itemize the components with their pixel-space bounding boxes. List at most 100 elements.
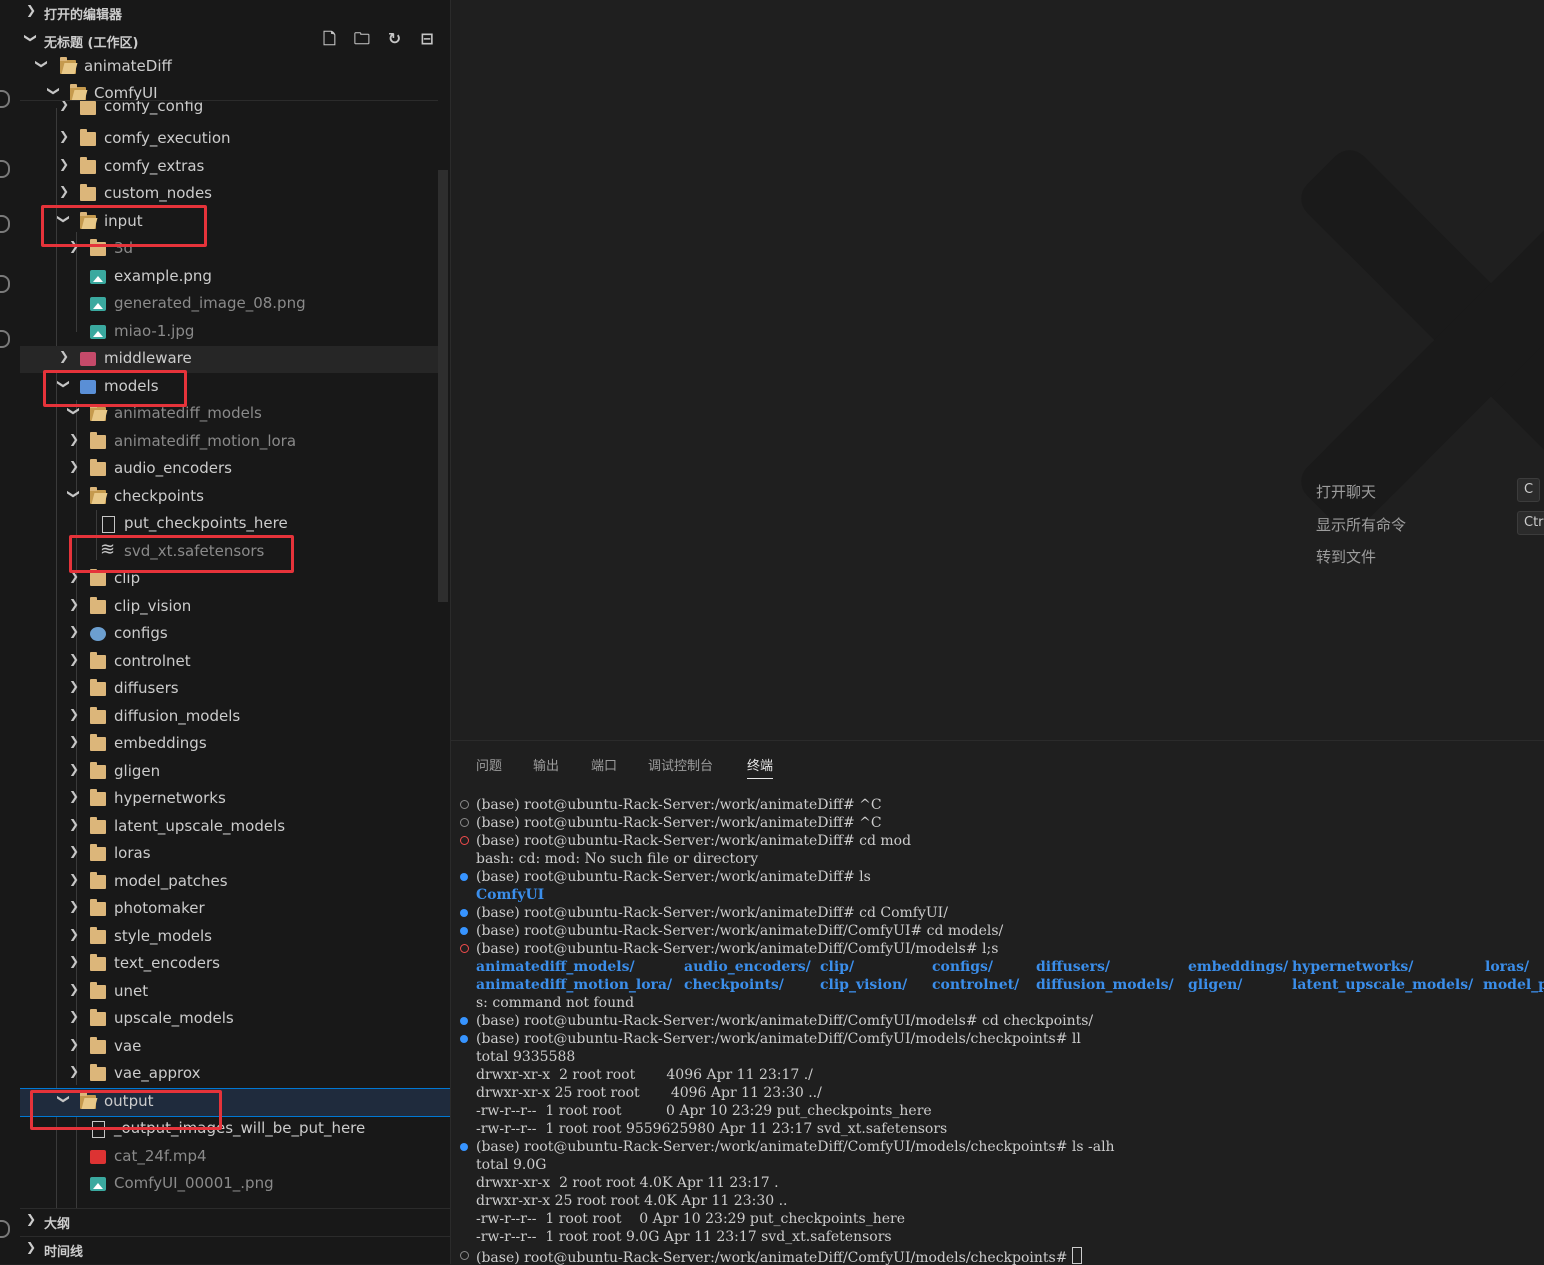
middleware-folder-icon	[80, 352, 96, 366]
tab-ports[interactable]: 端口	[591, 755, 617, 774]
sidebar-scrollbar[interactable]	[438, 170, 448, 602]
chevron-right-icon: ❯	[68, 432, 80, 446]
command-success-dot	[460, 1017, 468, 1025]
tree-item-diffusion-models[interactable]: ❯ diffusion_models	[20, 704, 438, 731]
tab-terminal[interactable]: 终端	[747, 755, 774, 779]
tree-item-loras[interactable]: ❯ loras	[20, 841, 438, 868]
tree-item-middleware[interactable]: ❯ middleware	[20, 346, 438, 373]
new-folder-icon[interactable]: 🗀	[353, 30, 371, 48]
folder-icon	[90, 872, 106, 889]
tree-item-upscale-models[interactable]: ❯ upscale_models	[20, 1006, 438, 1033]
folder-icon	[90, 1037, 106, 1054]
tree-item-text-encoders[interactable]: ❯ text_encoders	[20, 951, 438, 978]
terminal-dir-entry: embeddings/	[1188, 959, 1289, 975]
terminal-line: (base) root@ubuntu-Rack-Server:/work/ani…	[476, 923, 1004, 939]
highlight-box-output	[30, 1090, 222, 1130]
terminal-dir-entry: diffusion_models/	[1036, 977, 1174, 993]
folder-icon	[90, 1009, 106, 1026]
tree-item-animatediff[interactable]: ❯ animateDiff	[20, 54, 438, 81]
terminal-line: -rw-r--r-- 1 root root 9559625980 Apr 11…	[476, 1121, 948, 1137]
open-editors-header[interactable]: ❯ 打开的编辑器	[20, 0, 450, 26]
tree-item-generated-image[interactable]: generated_image_08.png	[20, 291, 438, 318]
tree-item-miao[interactable]: miao-1.jpg	[20, 319, 438, 346]
workspace-header[interactable]: ❯ 无标题 (工作区) 🗋 🗀 ↻ ⊟	[20, 28, 450, 52]
timeline-header[interactable]: ❯ 时间线	[20, 1236, 450, 1263]
tree-item-comfy-config[interactable]: ❯ comfy_config	[20, 100, 438, 121]
tree-item-hypernetworks[interactable]: ❯ hypernetworks	[20, 786, 438, 813]
collapse-all-icon[interactable]: ⊟	[418, 30, 436, 48]
tree-item-custom-nodes[interactable]: ❯ custom_nodes	[20, 181, 438, 208]
chevron-right-icon: ❯	[68, 707, 80, 721]
activity-bar	[0, 0, 20, 1264]
accounts-icon[interactable]	[0, 1220, 10, 1238]
tree-item-animatediff-motion-lora[interactable]: ❯ animatediff_motion_lora	[20, 429, 438, 456]
tree-item-model-patches[interactable]: ❯ model_patches	[20, 869, 438, 896]
terminal-line: s: command not found	[476, 995, 635, 1011]
tree-item-put-checkpoints-here[interactable]: put_checkpoints_here	[20, 511, 438, 538]
extensions-icon[interactable]	[0, 275, 10, 293]
tree-item-vae-approx[interactable]: ❯ vae_approx	[20, 1061, 438, 1088]
command-status-dot	[460, 1251, 469, 1260]
new-file-icon[interactable]: 🗋	[320, 30, 338, 48]
refresh-icon[interactable]: ↻	[385, 30, 403, 48]
tab-output[interactable]: 输出	[533, 755, 559, 774]
goto-file-command[interactable]: 转到文件	[1316, 546, 1376, 567]
run-debug-icon[interactable]	[0, 215, 10, 233]
outline-title: 大纲	[44, 1217, 71, 1232]
chevron-right-icon: ❯	[68, 762, 80, 776]
source-control-icon[interactable]	[0, 160, 10, 178]
terminal-line: drwxr-xr-x 2 root root 4096 Apr 11 23:17…	[476, 1067, 813, 1083]
tree-item-diffusers[interactable]: ❯ diffusers	[20, 676, 438, 703]
tree-item-style-models[interactable]: ❯ style_models	[20, 924, 438, 951]
outline-header[interactable]: ❯ 大纲	[20, 1208, 450, 1235]
folder-icon	[90, 597, 106, 614]
tab-debug-console[interactable]: 调试控制台	[648, 755, 713, 774]
command-error-dot	[460, 836, 469, 845]
tree-item-comfy-extras[interactable]: ❯ comfy_extras	[20, 154, 438, 181]
tree-item-cat-mp4[interactable]: cat_24f.mp4	[20, 1144, 438, 1171]
search-icon[interactable]	[0, 90, 10, 108]
tree-item-vae[interactable]: ❯ vae	[20, 1034, 438, 1061]
tree-item-latent-upscale-models[interactable]: ❯ latent_upscale_models	[20, 814, 438, 841]
terminal-line: (base) root@ubuntu-Rack-Server:/work/ani…	[476, 1139, 1115, 1155]
folder-open-icon	[60, 57, 76, 74]
folder-icon	[80, 184, 96, 201]
folder-open-icon	[90, 404, 106, 421]
tree-item-comfyui-00001[interactable]: ComfyUI_00001_.png	[20, 1171, 438, 1198]
tree-item-clip-vision[interactable]: ❯ clip_vision	[20, 594, 438, 621]
chevron-right-icon: ❯	[68, 872, 80, 886]
terminal-line: (base) root@ubuntu-Rack-Server:/work/ani…	[476, 941, 999, 957]
editor-area: 打开聊天 C 显示所有命令 Ctrl 转到文件	[451, 0, 1544, 740]
tree-item-photomaker[interactable]: ❯ photomaker	[20, 896, 438, 923]
tree-item-comfy-execution[interactable]: ❯ comfy_execution	[20, 126, 438, 153]
tree-item-example-png[interactable]: example.png	[20, 264, 438, 291]
terminal-dir-entry: hypernetworks/	[1292, 959, 1414, 975]
show-all-commands[interactable]: 显示所有命令	[1316, 514, 1406, 535]
chevron-right-icon: ❯	[58, 157, 70, 171]
image-file-icon	[90, 270, 106, 284]
terminal-cursor	[1071, 1247, 1082, 1264]
chevron-right-icon: ❯	[68, 899, 80, 913]
tree-item-checkpoints[interactable]: ❯ checkpoints	[20, 484, 438, 511]
chevron-right-icon: ❯	[26, 1240, 37, 1254]
tree-item-unet[interactable]: ❯ unet	[20, 979, 438, 1006]
tab-problems[interactable]: 问题	[476, 755, 502, 774]
tree-item-embeddings[interactable]: ❯ embeddings	[20, 731, 438, 758]
folder-icon	[90, 432, 106, 449]
folder-icon	[90, 982, 106, 999]
chevron-right-icon: ❯	[26, 3, 37, 17]
open-chat-command[interactable]: 打开聊天	[1316, 481, 1376, 502]
tree-item-gligen[interactable]: ❯ gligen	[20, 759, 438, 786]
command-success-dot	[460, 909, 468, 917]
chevron-right-icon: ❯	[68, 1064, 80, 1078]
remote-icon[interactable]	[0, 330, 10, 348]
tree-item-controlnet[interactable]: ❯ controlnet	[20, 649, 438, 676]
tree-item-audio-encoders[interactable]: ❯ audio_encoders	[20, 456, 438, 483]
tree-item-configs[interactable]: ❯ configs	[20, 621, 438, 648]
folder-icon	[90, 1064, 106, 1081]
terminal-dir-entry: diffusers/	[1036, 959, 1110, 975]
chevron-right-icon: ❯	[68, 652, 80, 666]
terminal-dir-entry: loras/	[1485, 959, 1530, 975]
explorer-toolbar: 🗋 🗀 ↻ ⊟	[310, 30, 436, 48]
highlight-box-models	[43, 370, 187, 407]
